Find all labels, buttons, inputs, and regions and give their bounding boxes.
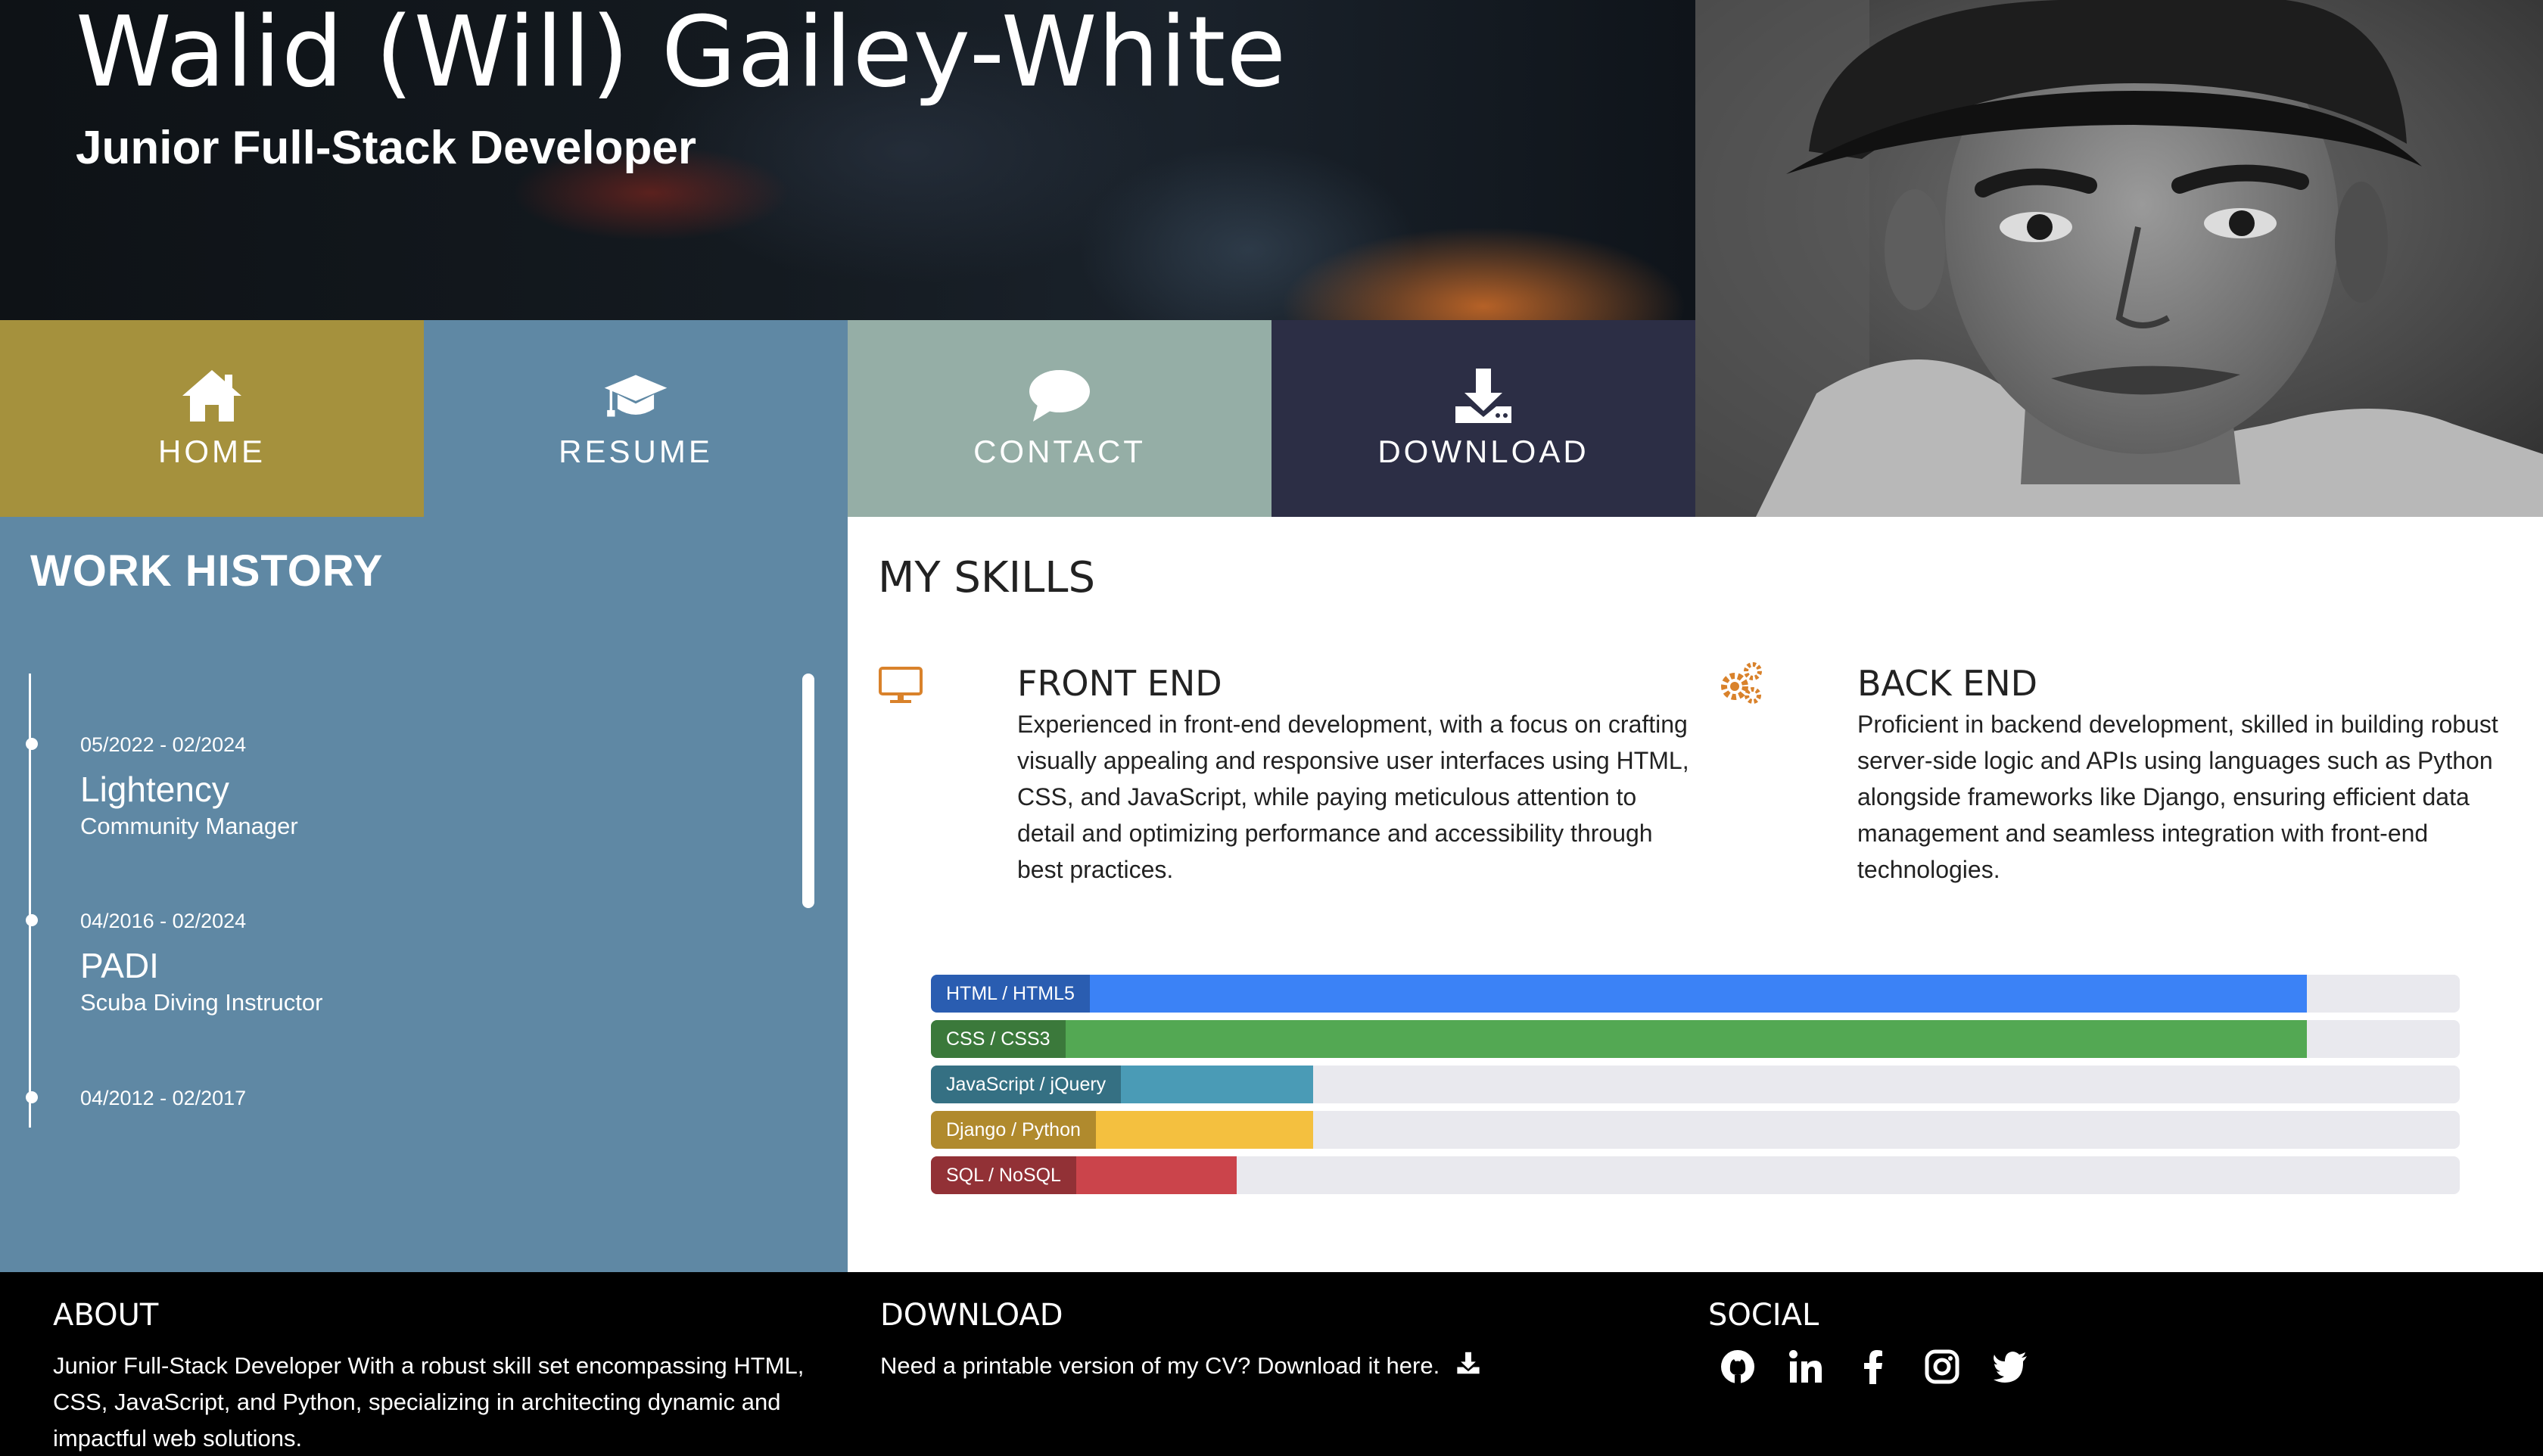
work-history-panel[interactable]: WORK HISTORY 05/2022 - 02/2024 Lightency… [0,517,848,1272]
skill-bar-label: CSS / CSS3 [931,1020,1066,1058]
timeline-dot [26,1091,38,1103]
github-icon[interactable] [1719,1348,1757,1386]
facebook-icon[interactable] [1855,1348,1893,1386]
monitor-icon [879,667,923,703]
entry-dates: 04/2012 - 02/2017 [80,1087,247,1109]
skill-bar-label: SQL / NoSQL [931,1156,1076,1194]
footer-download: DOWNLOAD Need a printable version of my … [880,1298,1637,1384]
about-text: Junior Full-Stack Developer With a robus… [53,1352,805,1451]
home-icon [182,370,241,422]
profile-photo [1695,0,2543,517]
timeline-entry: 04/2012 - 02/2017 [26,1087,247,1110]
work-history-heading: WORK HISTORY [30,546,384,596]
twitter-icon[interactable] [1991,1348,2029,1386]
skill-bar-label: JavaScript / jQuery [931,1066,1122,1103]
front-end-skill: FRONT END Experienced in front-end devel… [879,661,1698,888]
nav-download[interactable]: DOWNLOAD [1272,320,1695,517]
skills-panel: MY SKILLS FRONT END Experienced in front… [848,517,2543,1272]
gears-icon [1721,662,1762,704]
footer-about: ABOUT Junior Full-Stack Developer With a… [53,1298,810,1456]
main-nav: HOME RESUME CONTACT DOWNLOAD [0,320,1695,517]
social-icons [1719,1348,2389,1386]
hero-banner: Walid (Will) Gailey-White Junior Full-St… [0,0,1695,320]
skill-bar-label: Django / Python [931,1111,1096,1149]
timeline-dot [26,738,38,750]
nav-resume-label: RESUME [559,434,713,469]
download-heading: DOWNLOAD [880,1298,1063,1333]
nav-contact-label: CONTACT [973,434,1146,469]
nav-download-label: DOWNLOAD [1377,434,1589,469]
hero-subtitle: Junior Full-Stack Developer [76,122,696,174]
skill-bar: CSS / CSS3 [931,1020,2460,1058]
graduation-cap-icon [604,375,668,417]
back-end-skill: BACK END Proficient in backend developme… [1721,661,2538,888]
skill-bars: HTML / HTML5 CSS / CSS3 JavaScript / jQu… [931,975,2460,1202]
skill-bar-fill [931,1020,2307,1058]
social-heading: SOCIAL [1708,1298,1819,1333]
about-heading: ABOUT [53,1298,159,1333]
skill-bar-fill [931,975,2307,1013]
skill-bar: HTML / HTML5 [931,975,2460,1013]
timeline-dot [26,914,38,926]
download-link[interactable]: Need a printable version of my CV? Downl… [880,1348,1637,1384]
skill-bar: JavaScript / jQuery [931,1066,2460,1103]
timeline-entry: 05/2022 - 02/2024 Lightency Community Ma… [26,733,298,840]
scrollbar-thumb[interactable] [802,674,814,908]
speech-bubble-icon [1029,370,1090,422]
nav-home[interactable]: HOME [0,320,424,517]
download-text: Need a printable version of my CV? Downl… [880,1352,1440,1379]
skill-bar: SQL / NoSQL [931,1156,2460,1194]
nav-contact[interactable]: CONTACT [848,320,1272,517]
entry-role: Scuba Diving Instructor [80,989,323,1016]
entry-company: Lightency [80,770,229,809]
entry-dates: 04/2016 - 02/2024 [80,910,247,932]
timeline-entry: 04/2016 - 02/2024 PADI Scuba Diving Inst… [26,910,323,1016]
back-end-text: Proficient in backend development, skill… [1857,711,2498,883]
skill-bar: Django / Python [931,1111,2460,1149]
entry-company: PADI [80,946,159,985]
instagram-icon[interactable] [1923,1348,1961,1386]
skills-heading: MY SKILLS [878,553,1096,602]
linkedin-icon[interactable] [1787,1348,1825,1386]
nav-home-label: HOME [158,434,266,469]
hero-name: Walid (Will) Gailey-White [76,0,1287,109]
entry-role: Community Manager [80,813,298,839]
skill-bar-label: HTML / HTML5 [931,975,1090,1013]
back-end-title: BACK END [1857,663,2038,704]
footer-social: SOCIAL [1708,1298,2389,1386]
nav-resume[interactable]: RESUME [424,320,848,517]
front-end-title: FRONT END [1017,663,1222,704]
front-end-text: Experienced in front-end development, wi… [1017,711,1689,883]
footer: ABOUT Junior Full-Stack Developer With a… [0,1272,2543,1456]
download-icon [1457,1352,1480,1374]
entry-dates: 05/2022 - 02/2024 [80,733,247,756]
download-icon [1455,369,1511,423]
